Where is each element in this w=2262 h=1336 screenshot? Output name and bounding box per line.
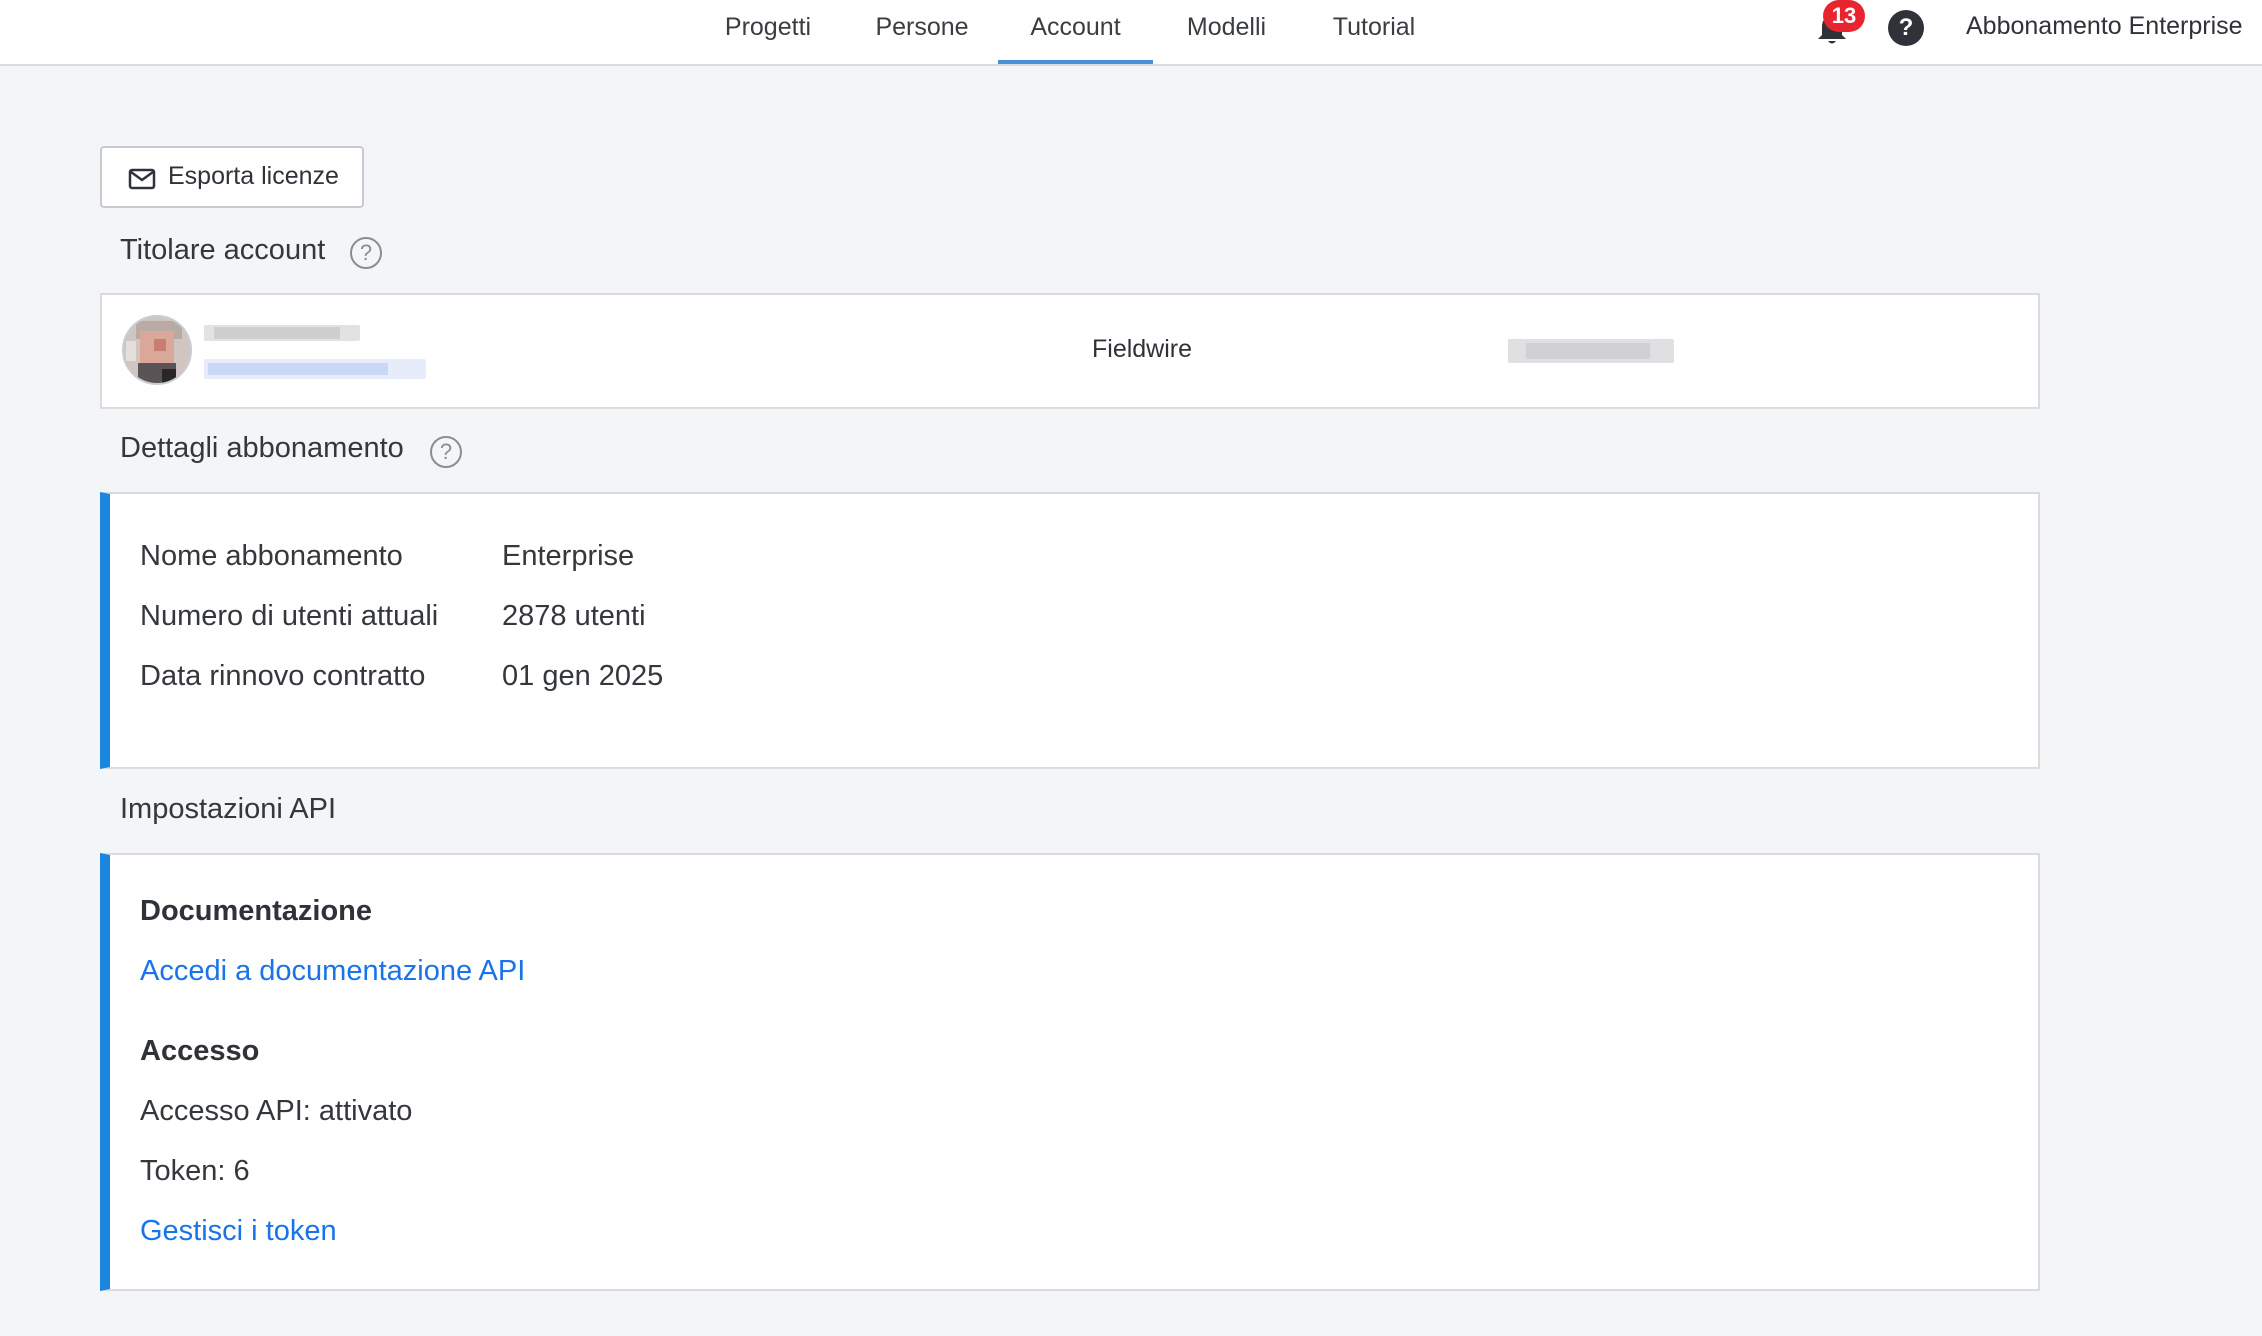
export-licenses-label: Esporta licenze xyxy=(168,162,339,190)
help-question-icon[interactable]: ? xyxy=(430,436,462,468)
top-navigation-bar: Progetti Persone Account Modelli Tutoria… xyxy=(0,0,2262,66)
api-section-title: Impostazioni API xyxy=(120,793,336,825)
access-heading: Accesso xyxy=(140,1035,260,1067)
tab-modelli[interactable]: Modelli xyxy=(1168,0,1285,64)
tab-account[interactable]: Account xyxy=(998,0,1153,64)
export-licenses-button[interactable]: Esporta licenze xyxy=(100,146,364,208)
subscription-section-title: Dettagli abbonamento xyxy=(120,432,404,464)
notification-badge: 13 xyxy=(1823,0,1865,32)
current-users-label: Numero di utenti attuali xyxy=(140,600,439,632)
avatar xyxy=(122,315,192,385)
help-icon[interactable]: ? xyxy=(1888,10,1924,46)
token-count: Token: 6 xyxy=(140,1155,250,1187)
api-documentation-link[interactable]: Accedi a documentazione API xyxy=(140,955,525,988)
documentation-heading: Documentazione xyxy=(140,895,373,927)
help-question-icon[interactable]: ? xyxy=(350,237,382,269)
manage-tokens-link[interactable]: Gestisci i token xyxy=(140,1215,337,1248)
renewal-date-label: Data rinnovo contratto xyxy=(140,660,426,692)
mail-icon xyxy=(128,168,156,190)
subscription-plan-link[interactable]: Abbonamento Enterprise xyxy=(1966,12,2243,41)
owner-name-redacted xyxy=(204,325,360,341)
owner-section-title: Titolare account xyxy=(120,234,326,266)
api-access-status: Accesso API: attivato xyxy=(140,1095,413,1127)
owner-phone-redacted xyxy=(1508,339,1674,363)
tab-persone[interactable]: Persone xyxy=(862,0,982,64)
api-settings-card: Documentazione Accedi a documentazione A… xyxy=(100,853,2040,1291)
owner-company: Fieldwire xyxy=(1092,335,1193,363)
tab-progetti[interactable]: Progetti xyxy=(700,0,836,64)
current-users-value: 2878 utenti xyxy=(502,600,646,632)
tab-tutorial[interactable]: Tutorial xyxy=(1318,0,1430,64)
owner-card: Fieldwire xyxy=(100,293,2040,409)
plan-name-label: Nome abbonamento xyxy=(140,540,403,572)
owner-email-redacted xyxy=(204,359,426,379)
subscription-card: Nome abbonamento Enterprise Numero di ut… xyxy=(100,492,2040,769)
renewal-date-value: 01 gen 2025 xyxy=(502,660,664,692)
plan-name-value: Enterprise xyxy=(502,540,635,572)
